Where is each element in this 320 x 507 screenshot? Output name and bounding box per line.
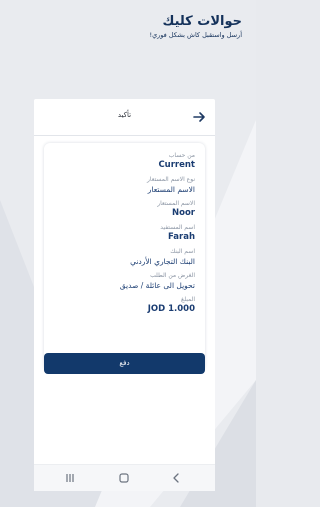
field-label: اسم البنك — [170, 248, 195, 255]
field-from-account: من حساب Current — [158, 152, 195, 171]
field-alias: الاسم المستعار Noor — [157, 200, 195, 219]
field-label: من حساب — [168, 152, 195, 159]
field-label: نوع الاسم المستعار — [146, 176, 195, 183]
field-value: Farah — [167, 232, 195, 242]
field-label: الغرض من الطلب — [150, 272, 195, 279]
brand-subtitle: أرسل واستقبل كاش بشكل فوري! — [149, 31, 242, 39]
page-title: تأكيد — [117, 111, 132, 119]
field-value: تحويل الى عائلة / صديق — [119, 281, 195, 290]
field-value: Current — [158, 160, 195, 170]
field-label: المبلغ — [181, 296, 195, 303]
phone-screen: تأكيد من حساب Current نوع الاسم المستعار… — [34, 99, 215, 491]
home-icon[interactable] — [116, 470, 132, 486]
field-label: اسم المستفيد — [160, 224, 195, 231]
field-value: الاسم المستعار — [147, 185, 195, 194]
brand-header: حوالات كليك أرسل واستقبل كاش بشكل فوري! — [149, 14, 242, 40]
recents-icon[interactable] — [62, 470, 78, 486]
brand-title: حوالات كليك — [162, 14, 242, 29]
field-amount: المبلغ 1.000 JOD — [148, 296, 195, 315]
field-label: الاسم المستعار — [157, 200, 195, 207]
top-bar: تأكيد — [34, 99, 215, 136]
chevron-left-icon[interactable] — [168, 470, 184, 486]
field-bank-name: اسم البنك البنك التجاري الأردني — [130, 248, 195, 267]
field-value: 1.000 JOD — [147, 304, 195, 314]
field-beneficiary-name: اسم المستفيد Farah — [160, 224, 195, 243]
field-purpose: الغرض من الطلب تحويل الى عائلة / صديق — [120, 272, 195, 291]
system-nav-bar — [34, 464, 215, 491]
field-alias-type: نوع الاسم المستعار الاسم المستعار — [147, 176, 195, 195]
pay-button[interactable]: دفع — [44, 353, 205, 374]
field-value: البنك التجاري الأردني — [130, 257, 195, 266]
confirmation-card: من حساب Current نوع الاسم المستعار الاسم… — [44, 143, 205, 371]
field-value: Noor — [172, 208, 195, 218]
